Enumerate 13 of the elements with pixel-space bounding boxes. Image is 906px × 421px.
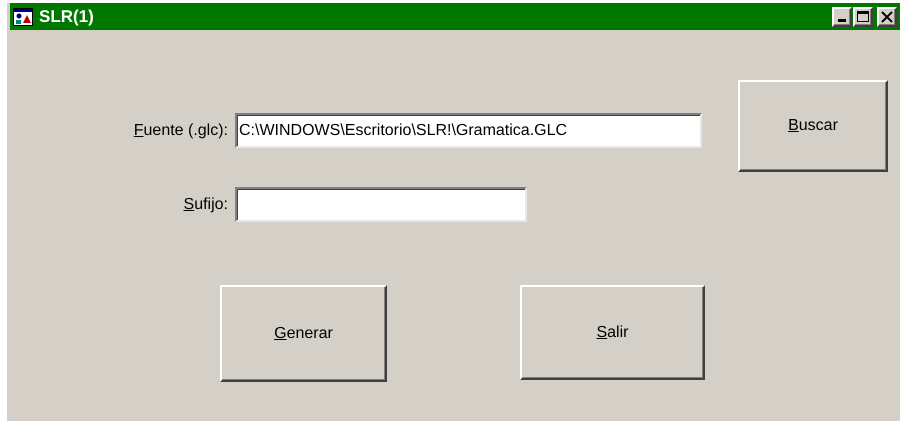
generate-button[interactable]: Generar	[220, 285, 387, 382]
field-label: Fuente (.glc):	[132, 120, 228, 140]
minimize-button[interactable]	[832, 6, 852, 26]
input-field[interactable]	[235, 187, 527, 222]
window-title: SLR(1)	[39, 6, 95, 28]
search-button[interactable]: Buscar	[738, 80, 888, 172]
app-icon	[13, 8, 33, 26]
close-button[interactable]	[877, 6, 897, 26]
maximize-button[interactable]	[853, 6, 873, 26]
input-field[interactable]: C:\WINDOWS\Escritorio\SLR!\Gramatica.GLC	[235, 113, 702, 148]
exit-button[interactable]: Salir	[520, 285, 705, 380]
field-label: Sufijo:	[182, 194, 228, 214]
close-icon	[881, 10, 893, 22]
